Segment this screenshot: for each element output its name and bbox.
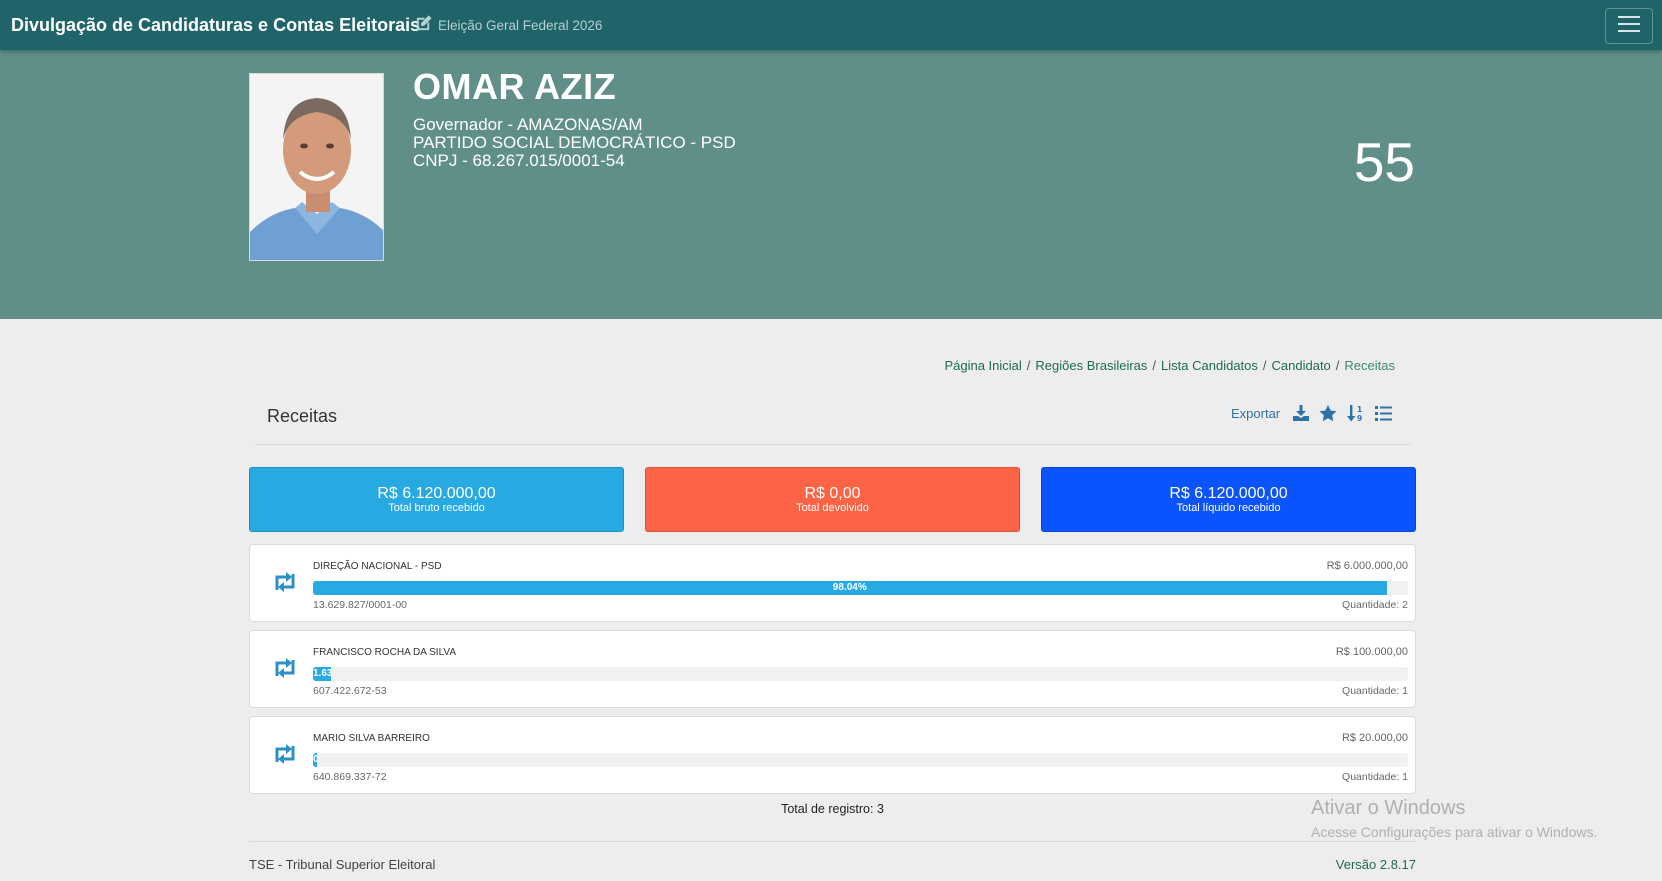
- progress-fill: 98.04%: [313, 581, 1387, 595]
- donation-quantity: Quantidade: 1: [1342, 685, 1408, 697]
- progress-bar: 98.04%: [313, 581, 1408, 595]
- card-total-returned: R$ 0,00 Total devolvido: [645, 467, 1020, 532]
- progress-fill: 1.63%: [313, 667, 331, 681]
- svg-text:9: 9: [1357, 414, 1362, 422]
- receipt-item[interactable]: MARIO SILVA BARREIRO R$ 20.000,00 0.33% …: [249, 716, 1416, 794]
- donor-document: 640.869.337-72: [313, 771, 387, 783]
- progress-fill: 0.33%: [313, 753, 317, 767]
- donor-document: 13.629.827/0001-00: [313, 599, 408, 611]
- star-icon[interactable]: [1319, 404, 1337, 422]
- election-label[interactable]: Eleição Geral Federal 2026: [438, 18, 602, 33]
- retweet-icon: [272, 656, 298, 685]
- footer-org: TSE - Tribunal Superior Eleitoral: [249, 857, 436, 872]
- donation-value: R$ 6.000.000,00: [1326, 560, 1408, 572]
- candidate-name: OMAR AZIZ: [413, 66, 617, 107]
- download-icon[interactable]: [1293, 405, 1310, 421]
- edit-icon: [414, 14, 438, 36]
- breadcrumb-separator: /: [1262, 358, 1267, 373]
- breadcrumb-separator: /: [1335, 358, 1340, 373]
- donation-value: R$ 20.000,00: [1341, 732, 1408, 744]
- breadcrumb-separator: /: [1152, 358, 1157, 373]
- candidate-office: Governador - AMAZONAS/AM: [413, 115, 643, 134]
- retweet-icon: [272, 742, 298, 771]
- candidate-cnpj: CNPJ - 68.267.015/0001-54: [413, 151, 625, 170]
- candidate-number: 55: [1353, 131, 1415, 193]
- donation-value: R$ 100.000,00: [1335, 646, 1408, 658]
- donor-document: 607.422.672-53: [313, 685, 387, 697]
- election-selector[interactable]: Eleição Geral Federal 2026: [414, 14, 602, 36]
- receipt-item[interactable]: DIREÇÃO NACIONAL - PSD R$ 6.000.000,00 9…: [249, 544, 1416, 622]
- footer-divider: [249, 841, 1416, 842]
- top-navbar: Divulgação de Candidaturas e Contas Elei…: [0, 0, 1662, 50]
- export-label[interactable]: Exportar: [1231, 406, 1280, 421]
- candidate-header: OMAR AZIZ Governador - AMAZONAS/AM PARTI…: [0, 50, 1662, 319]
- footer-version[interactable]: Versão 2.8.17: [1200, 857, 1416, 872]
- card-amount: R$ 6.120.000,00: [377, 485, 496, 502]
- progress-bar: 1.63%: [313, 667, 1408, 681]
- card-label: Total bruto recebido: [388, 502, 485, 514]
- card-total-net: R$ 6.120.000,00 Total líquido recebido: [1041, 467, 1416, 532]
- svg-text:1: 1: [1357, 405, 1362, 414]
- section-divider: [255, 444, 1411, 445]
- app-title[interactable]: Divulgação de Candidaturas e Contas Elei…: [11, 15, 420, 36]
- breadcrumb-candidate-list[interactable]: Lista Candidatos: [1161, 358, 1258, 373]
- donor-name: DIREÇÃO NACIONAL - PSD: [313, 561, 442, 572]
- windows-watermark: Ativar o Windows Acesse Configurações pa…: [1311, 797, 1597, 840]
- card-amount: R$ 6.120.000,00: [1169, 485, 1288, 502]
- candidate-photo: [249, 73, 384, 261]
- candidate-info: Governador - AMAZONAS/AM PARTIDO SOCIAL …: [413, 116, 736, 170]
- breadcrumb: Página Inicial / Regiões Brasileiras / Lista…: [925, 358, 1395, 373]
- breadcrumb-home[interactable]: Página Inicial: [944, 358, 1021, 373]
- breadcrumb-current: Receitas: [1344, 358, 1395, 373]
- card-total-gross: R$ 6.120.000,00 Total bruto recebido: [249, 467, 624, 532]
- watermark-subtitle: Acesse Configurações para ativar o Windo…: [1311, 824, 1598, 840]
- export-toolbar: Exportar 1 9: [1231, 403, 1397, 423]
- list-icon[interactable]: [1375, 405, 1393, 421]
- menu-toggle-button[interactable]: [1605, 8, 1653, 44]
- breadcrumb-regions[interactable]: Regiões Brasileiras: [1035, 358, 1147, 373]
- card-label: Total líquido recebido: [1176, 502, 1281, 514]
- donation-quantity: Quantidade: 2: [1342, 599, 1408, 611]
- donor-name: MARIO SILVA BARREIRO: [313, 733, 430, 744]
- receipt-item[interactable]: FRANCISCO ROCHA DA SILVA R$ 100.000,00 1…: [249, 630, 1416, 708]
- breadcrumb-candidate[interactable]: Candidato: [1272, 358, 1331, 373]
- breadcrumb-separator: /: [1026, 358, 1031, 373]
- progress-bar: 0.33%: [313, 753, 1408, 767]
- retweet-icon: [272, 570, 298, 599]
- section-title: Receitas: [267, 406, 338, 426]
- sort-numeric-icon[interactable]: 1 9: [1347, 404, 1365, 422]
- watermark-title: Ativar o Windows: [1311, 797, 1466, 819]
- donor-name: FRANCISCO ROCHA DA SILVA: [313, 647, 456, 658]
- hamburger-icon: [1618, 15, 1640, 38]
- candidate-party: PARTIDO SOCIAL DEMOCRÁTICO - PSD: [413, 133, 736, 152]
- card-label: Total devolvido: [796, 502, 869, 514]
- card-amount: R$ 0,00: [804, 485, 861, 502]
- donation-quantity: Quantidade: 1: [1342, 771, 1408, 783]
